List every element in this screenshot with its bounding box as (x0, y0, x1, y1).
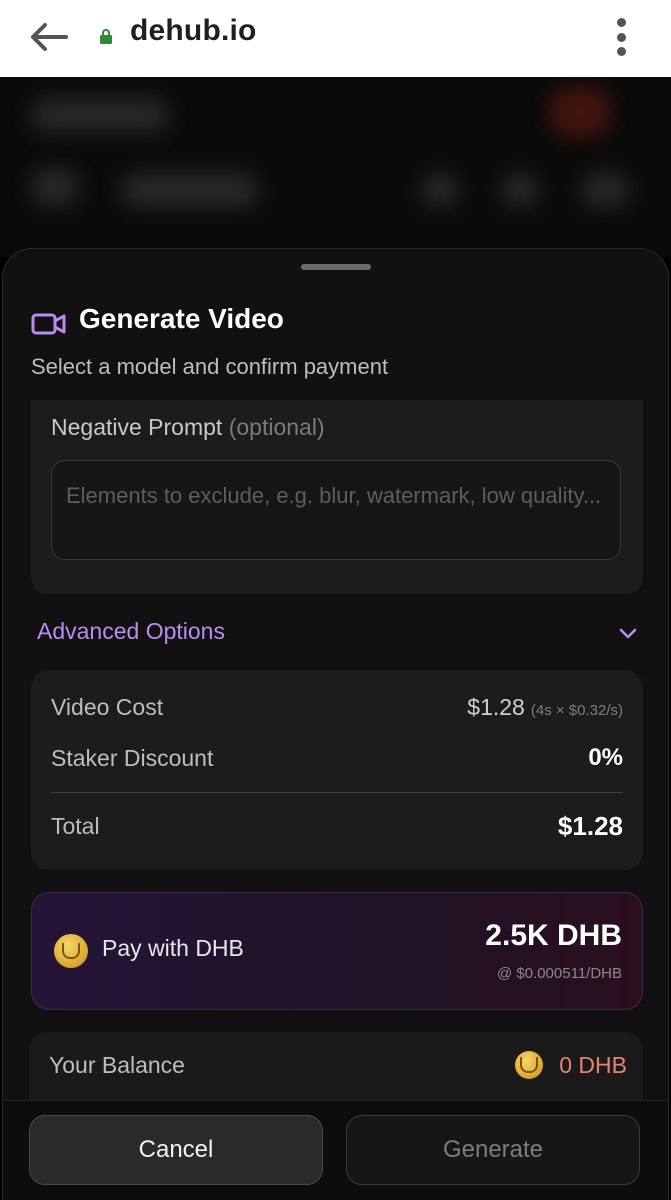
video-camera-icon (31, 311, 67, 337)
video-cost-detail: (4s × $0.32/s) (530, 702, 623, 719)
video-cost-label: Video Cost (51, 694, 164, 720)
video-cost-value: $1.28 (4s × $0.32/s) (467, 694, 623, 721)
staker-discount-row: Staker Discount 0% (51, 744, 623, 772)
optional-label: (optional) (228, 414, 325, 440)
advanced-options-label: Advanced Options (37, 617, 225, 644)
chevron-down-icon (619, 625, 637, 639)
dhb-coin-icon-small (515, 1051, 543, 1079)
negative-prompt-section: Negative Prompt (optional) (31, 400, 643, 594)
negative-prompt-input[interactable] (51, 460, 621, 560)
back-arrow-icon[interactable] (28, 18, 70, 56)
pay-with-dhb-option[interactable]: Pay with DHB 2.5K DHB @ $0.000511/DHB (31, 892, 643, 1010)
pay-with-label: Pay with DHB (102, 935, 244, 961)
lock-icon (99, 28, 113, 44)
negative-prompt-label-text: Negative Prompt (51, 414, 223, 440)
generate-button[interactable]: Generate (346, 1115, 640, 1185)
staker-discount-label: Staker Discount (51, 744, 214, 771)
sheet-title: Generate Video (79, 303, 284, 334)
balance-value: 0 DHB (559, 1052, 627, 1078)
more-menu-icon[interactable] (606, 16, 636, 58)
negative-prompt-label: Negative Prompt (optional) (51, 414, 325, 441)
total-row: Total $1.28 (51, 811, 623, 842)
dhb-coin-icon (54, 934, 88, 968)
cost-divider (51, 792, 623, 793)
pay-rate: @ $0.000511/DHB (496, 965, 622, 982)
generate-video-sheet: Generate Video Select a model and confir… (2, 248, 669, 1200)
total-value: $1.28 (557, 811, 623, 841)
url-text[interactable]: dehub.io (130, 14, 257, 48)
action-footer: Cancel Generate (3, 1100, 668, 1200)
cost-summary-card: Video Cost $1.28 (4s × $0.32/s) Staker Di… (31, 670, 643, 870)
advanced-options-toggle[interactable]: Advanced Options (37, 611, 637, 651)
background-page (0, 77, 671, 257)
balance-label: Your Balance (49, 1052, 185, 1078)
cancel-button[interactable]: Cancel (29, 1115, 323, 1185)
pay-amount: 2.5K DHB (485, 919, 622, 952)
sheet-subtitle: Select a model and confirm payment (31, 354, 389, 379)
total-label: Total (51, 813, 100, 839)
balance-card: Your Balance 0 DHB (29, 1032, 643, 1104)
video-cost-amount: $1.28 (467, 694, 525, 720)
staker-discount-value: 0% (588, 744, 623, 771)
video-cost-row: Video Cost $1.28 (4s × $0.32/s) (51, 694, 623, 721)
drag-handle[interactable] (301, 264, 371, 270)
browser-toolbar: dehub.io (0, 0, 671, 77)
